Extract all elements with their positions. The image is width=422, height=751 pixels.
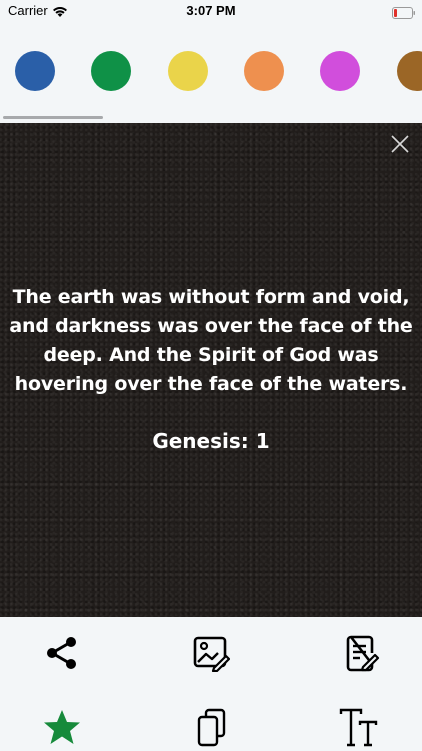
swatch-brown[interactable] [397, 51, 422, 91]
share-icon [43, 634, 81, 676]
status-time: 3:07 PM [186, 3, 236, 18]
image-edit-icon [192, 634, 231, 676]
note-edit-button[interactable] [341, 635, 381, 675]
swatch-yellow[interactable] [168, 51, 208, 91]
swatch-magenta[interactable] [320, 51, 360, 91]
text-size-icon [338, 707, 380, 751]
copy-button[interactable] [191, 707, 231, 751]
verse-card: The earth was without form and void, and… [0, 123, 422, 617]
image-edit-button[interactable] [191, 635, 231, 675]
star-icon [42, 707, 82, 751]
color-swatch-bar[interactable] [0, 24, 422, 123]
copy-icon [192, 707, 230, 751]
scroll-indicator[interactable] [3, 116, 103, 119]
swatch-blue[interactable] [15, 51, 55, 91]
swatch-orange[interactable] [244, 51, 284, 91]
status-bar: Carrier 3:07 PM [0, 0, 422, 24]
swatch-green[interactable] [91, 51, 131, 91]
note-edit-icon [342, 634, 380, 676]
verse-reference: Genesis: 1 [152, 429, 270, 453]
text-size-button[interactable] [338, 707, 380, 751]
share-button[interactable] [42, 635, 82, 675]
battery-icon [392, 4, 415, 19]
bottom-toolbar [0, 617, 422, 750]
close-icon[interactable] [390, 134, 410, 154]
verse-text: The earth was without form and void, and… [9, 286, 413, 395]
favorite-button[interactable] [42, 709, 82, 749]
